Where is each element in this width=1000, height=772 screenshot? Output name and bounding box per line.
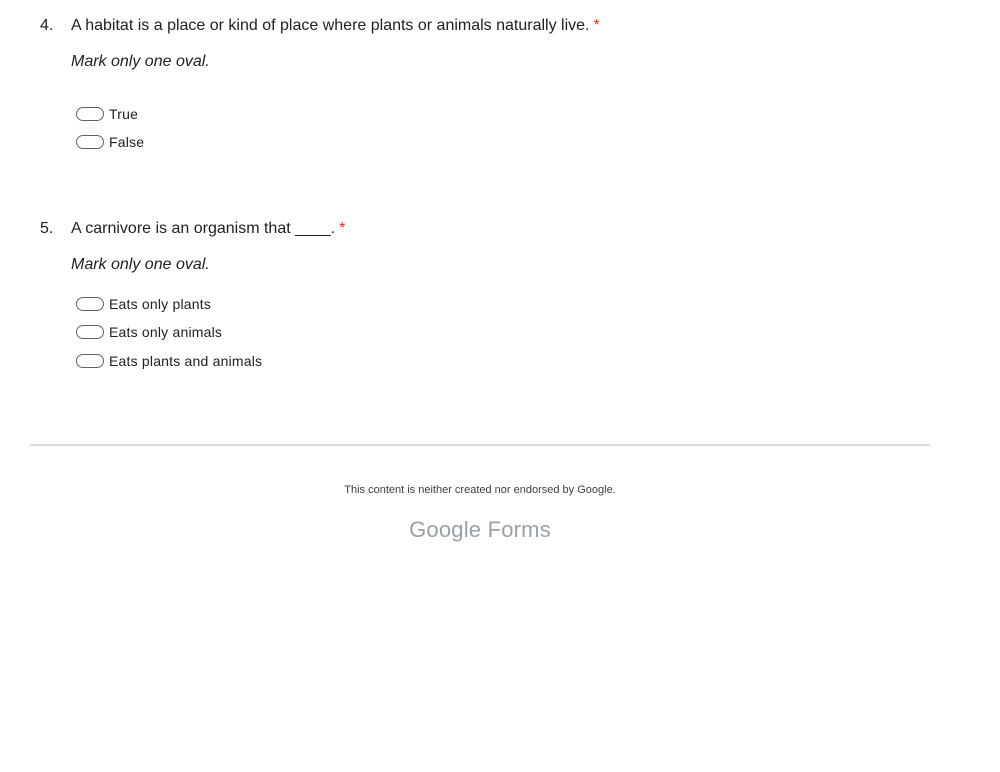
option-label: True (109, 106, 139, 122)
question-number: 4. (40, 17, 54, 34)
question-title: A carnivore is an organism that ____. * (71, 220, 345, 238)
option-true[interactable]: True (76, 105, 138, 123)
option-false[interactable]: False (76, 133, 144, 151)
required-marker: * (593, 17, 600, 34)
brand-forms: Forms (487, 517, 551, 542)
option-eats-only-animals[interactable]: Eats only animals (76, 323, 222, 341)
option-eats-only-plants[interactable]: Eats only plants (76, 295, 211, 313)
footer-divider (30, 444, 930, 446)
option-label: Eats only animals (109, 324, 223, 340)
question-number: 5. (40, 220, 54, 237)
option-label: Eats plants and animals (109, 353, 263, 369)
oval-radio[interactable] (76, 297, 104, 311)
option-label: False (109, 134, 145, 150)
oval-radio[interactable] (76, 135, 104, 149)
question-title: A habitat is a place or kind of place wh… (71, 17, 600, 35)
oval-radio[interactable] (76, 107, 104, 121)
oval-radio[interactable] (76, 354, 104, 368)
question-title-text: A habitat is a place or kind of place wh… (71, 17, 590, 34)
google-forms-logo[interactable]: Google Forms (0, 517, 960, 543)
disclaimer-text: This content is neither created nor endo… (344, 484, 616, 496)
option-label: Eats only plants (109, 296, 212, 312)
oval-radio[interactable] (76, 325, 104, 339)
question-instruction: Mark only one oval. (71, 256, 210, 273)
required-marker: * (339, 220, 346, 237)
question-instruction: Mark only one oval. (71, 53, 210, 70)
brand-google: Google (409, 517, 482, 542)
option-eats-plants-and-animals[interactable]: Eats plants and animals (76, 352, 262, 370)
question-title-text: A carnivore is an organism that ____. (71, 220, 336, 237)
